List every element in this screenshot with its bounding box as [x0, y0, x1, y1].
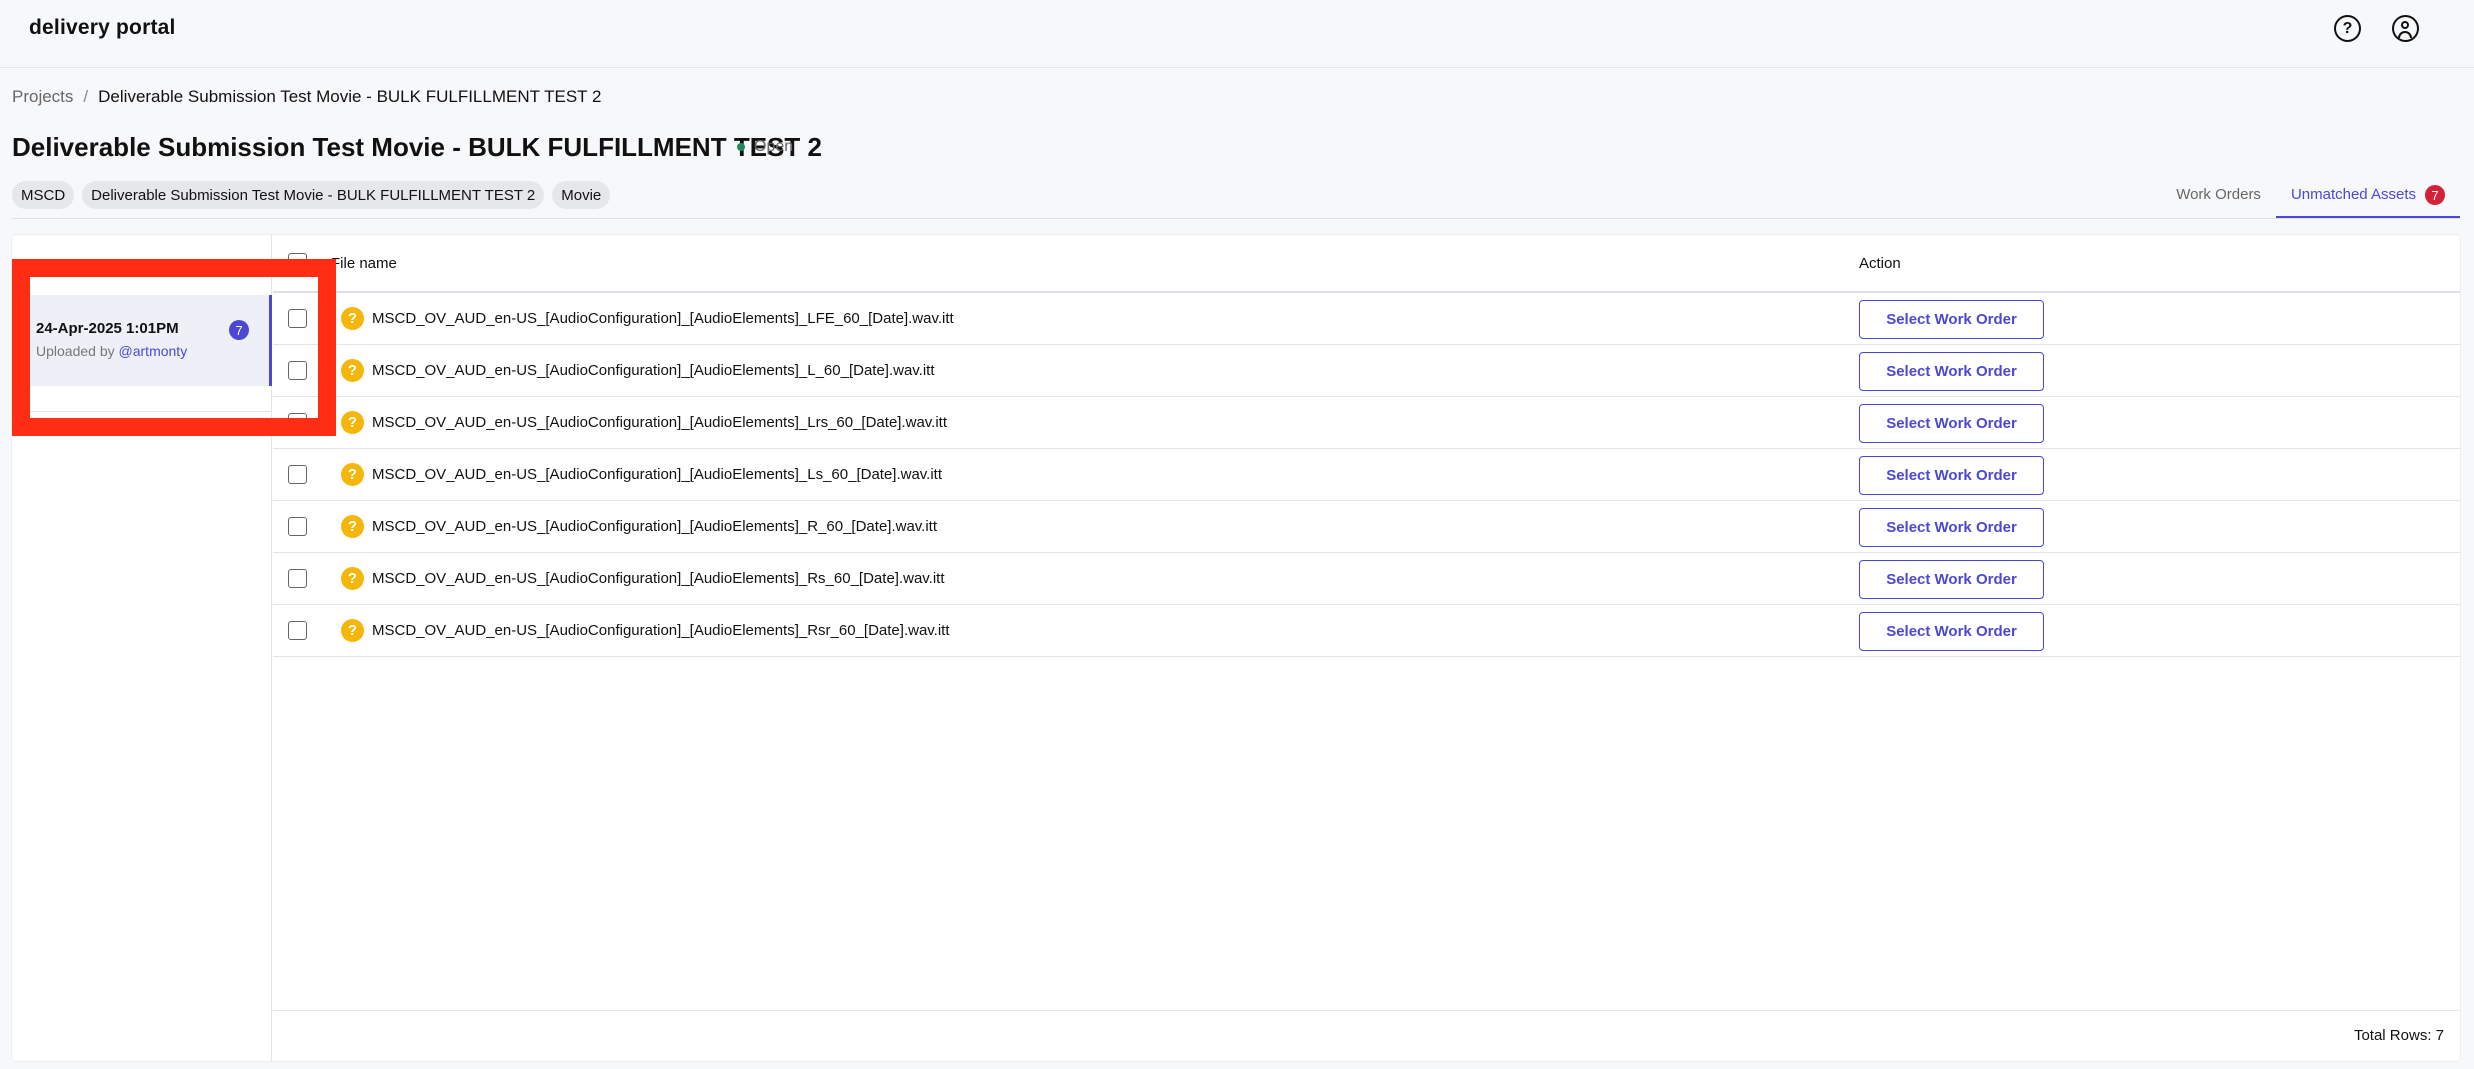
row-checkbox[interactable] [288, 309, 307, 328]
table-row: ? MSCD_OV_AUD_en-US_[AudioConfiguration]… [273, 449, 2460, 501]
unmatched-warning-icon: ? [341, 567, 364, 590]
unmatched-warning-icon: ? [341, 307, 364, 330]
table-row: ? MSCD_OV_AUD_en-US_[AudioConfiguration]… [273, 293, 2460, 345]
tab-work-orders-label: Work Orders [2176, 186, 2261, 203]
table-row: ? MSCD_OV_AUD_en-US_[AudioConfiguration]… [273, 605, 2460, 657]
tag-studio: MSCD [12, 181, 75, 209]
table-header: File name Action [273, 235, 2460, 293]
unmatched-warning-icon: ? [341, 359, 364, 382]
upload-date: 24-Apr-2025 1:01PM [36, 320, 179, 337]
row-checkbox[interactable] [288, 361, 307, 380]
tab-unmatched-assets-label: Unmatched Assets [2290, 186, 2416, 203]
unmatched-warning-icon: ? [341, 619, 364, 642]
select-work-order-button[interactable]: Select Work Order [1859, 456, 2044, 495]
file-name: MSCD_OV_AUD_en-US_[AudioConfiguration]_[… [372, 414, 948, 431]
user-account-icon[interactable] [2392, 15, 2419, 42]
tag-title: Deliverable Submission Test Movie - BULK… [82, 181, 545, 209]
select-work-order-button[interactable]: Select Work Order [1859, 612, 2044, 651]
file-name: MSCD_OV_AUD_en-US_[AudioConfiguration]_[… [372, 466, 943, 483]
assets-card: 24-Apr-2025 1:01PM Uploaded by @artmonty… [12, 235, 2460, 1061]
file-name: MSCD_OV_AUD_en-US_[AudioConfiguration]_[… [372, 310, 954, 327]
column-file-name[interactable]: File name [331, 255, 397, 272]
select-all-checkbox[interactable] [288, 253, 307, 272]
uploader-user-link[interactable]: @artmonty [119, 343, 188, 359]
table-row: ? MSCD_OV_AUD_en-US_[AudioConfiguration]… [273, 345, 2460, 397]
uploads-panel: 24-Apr-2025 1:01PM Uploaded by @artmonty… [12, 235, 272, 1061]
unmatched-count-badge: 7 [2425, 185, 2445, 205]
file-name: MSCD_OV_AUD_en-US_[AudioConfiguration]_[… [372, 570, 945, 587]
file-name: MSCD_OV_AUD_en-US_[AudioConfiguration]_[… [372, 622, 950, 639]
select-work-order-button[interactable]: Select Work Order [1859, 352, 2044, 391]
help-circle-icon[interactable]: ? [2334, 15, 2361, 42]
row-checkbox[interactable] [288, 465, 307, 484]
status-dot-icon [737, 143, 745, 151]
tab-bar: Work Orders Unmatched Assets 7 [2161, 180, 2460, 218]
table-footer: Total Rows: 7 [273, 1010, 2460, 1061]
upload-count-badge: 7 [229, 320, 249, 340]
project-tags: MSCD Deliverable Submission Test Movie -… [12, 181, 611, 209]
row-checkbox[interactable] [288, 517, 307, 536]
unmatched-warning-icon: ? [341, 515, 364, 538]
unmatched-warning-icon: ? [341, 463, 364, 486]
upload-batch-item[interactable]: 24-Apr-2025 1:01PM Uploaded by @artmonty… [19, 295, 272, 386]
status-label: Open [754, 138, 794, 155]
file-name: MSCD_OV_AUD_en-US_[AudioConfiguration]_[… [372, 518, 938, 535]
page-title: Deliverable Submission Test Movie - BULK… [12, 132, 822, 162]
row-checkbox[interactable] [288, 569, 307, 588]
tab-unmatched-assets[interactable]: Unmatched Assets 7 [2275, 180, 2460, 218]
top-bar: delivery portal ? [0, 0, 2474, 68]
select-work-order-button[interactable]: Select Work Order [1859, 560, 2044, 599]
breadcrumb-current: Deliverable Submission Test Movie - BULK… [98, 87, 602, 106]
table-row: ? MSCD_OV_AUD_en-US_[AudioConfiguration]… [273, 553, 2460, 605]
project-status: Open [737, 138, 793, 156]
tabs-divider [12, 218, 2460, 219]
tab-work-orders[interactable]: Work Orders [2161, 180, 2276, 218]
unmatched-warning-icon: ? [341, 411, 364, 434]
breadcrumb-separator: / [83, 87, 89, 106]
uploads-separator [19, 411, 272, 412]
upload-uploader: Uploaded by @artmonty [36, 343, 187, 359]
breadcrumb-projects-link[interactable]: Projects [12, 87, 73, 107]
unmatched-assets-table: File name Action ? MSCD_OV_AUD_en-US_[Au… [273, 235, 2460, 1061]
file-name: MSCD_OV_AUD_en-US_[AudioConfiguration]_[… [372, 362, 935, 379]
select-work-order-button[interactable]: Select Work Order [1859, 300, 2044, 339]
total-rows-count: Total Rows: 7 [2353, 1027, 2444, 1044]
row-checkbox[interactable] [288, 621, 307, 640]
breadcrumb: Projects / Deliverable Submission Test M… [12, 87, 601, 107]
select-work-order-button[interactable]: Select Work Order [1859, 404, 2044, 443]
table-row: ? MSCD_OV_AUD_en-US_[AudioConfiguration]… [273, 501, 2460, 553]
uploaded-by-prefix: Uploaded by [36, 343, 115, 359]
column-action: Action [1859, 255, 1901, 272]
row-checkbox[interactable] [288, 413, 307, 432]
table-row: ? MSCD_OV_AUD_en-US_[AudioConfiguration]… [273, 397, 2460, 449]
app-logo[interactable]: delivery portal [29, 16, 176, 40]
tag-type: Movie [552, 181, 611, 209]
select-work-order-button[interactable]: Select Work Order [1859, 508, 2044, 547]
